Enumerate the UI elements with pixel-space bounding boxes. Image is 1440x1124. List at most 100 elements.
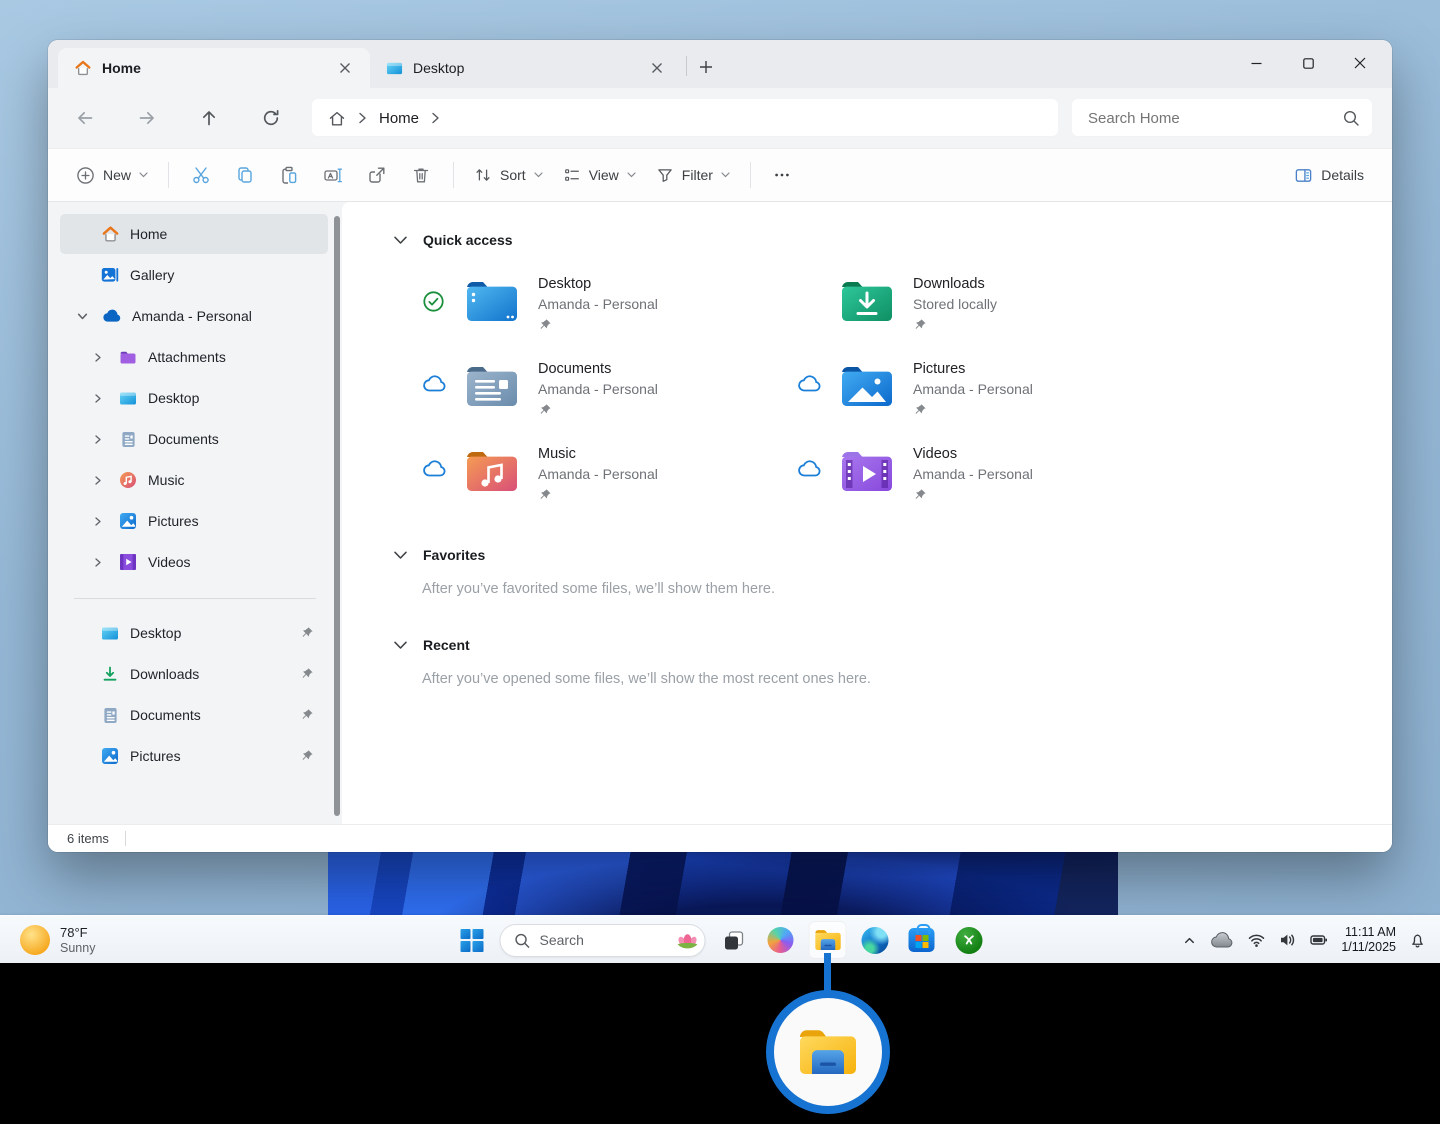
- breadcrumb-segment[interactable]: Home: [379, 110, 419, 127]
- share-button[interactable]: [355, 156, 399, 194]
- sort-icon: [474, 166, 492, 184]
- item-title: Desktop: [538, 274, 658, 294]
- quick-access-item-documents[interactable]: Documents Amanda - Personal: [422, 359, 797, 422]
- quick-access-item-desktop[interactable]: Desktop Amanda - Personal: [422, 274, 797, 337]
- recent-header[interactable]: Recent: [394, 637, 1352, 653]
- sidebar-label: Pictures: [148, 513, 199, 529]
- tab-desktop[interactable]: Desktop: [370, 48, 682, 88]
- paste-button[interactable]: [267, 156, 311, 194]
- chevron-right-icon[interactable]: [88, 516, 108, 527]
- up-button[interactable]: [188, 99, 230, 137]
- chevron-right-icon[interactable]: [88, 434, 108, 445]
- sidebar-item-onedrive[interactable]: Amanda - Personal: [60, 296, 328, 336]
- item-subtitle: Amanda - Personal: [538, 464, 658, 485]
- desktop-folder-icon: [464, 276, 520, 322]
- store-button[interactable]: [903, 921, 941, 959]
- edge-button[interactable]: [856, 921, 894, 959]
- sidebar-item-music[interactable]: Music: [60, 460, 328, 500]
- sync-complete-icon: [422, 290, 448, 313]
- sidebar-item-documents[interactable]: Documents: [60, 419, 328, 459]
- search-icon[interactable]: [1342, 109, 1360, 127]
- sidebar-item-videos[interactable]: Videos: [60, 542, 328, 582]
- copy-button[interactable]: [223, 156, 267, 194]
- weather-condition: Sunny: [60, 941, 95, 956]
- chevron-down-icon: [139, 172, 148, 178]
- chevron-right-icon[interactable]: [88, 352, 108, 363]
- videos-icon: [118, 553, 138, 571]
- sidebar-item-home[interactable]: Home: [60, 214, 328, 254]
- weather-widget[interactable]: 78°F Sunny: [12, 916, 103, 964]
- search-box[interactable]: [1072, 99, 1372, 137]
- sidebar-item-pictures[interactable]: Pictures: [60, 501, 328, 541]
- favorites-header[interactable]: Favorites: [394, 547, 1352, 563]
- pin-icon: [538, 488, 552, 502]
- cloud-status-icon: [797, 375, 823, 393]
- file-explorer-callout: [766, 990, 890, 1114]
- onedrive-tray-icon[interactable]: [1210, 932, 1234, 948]
- recent-section: Recent After you’ve opened some files, w…: [394, 637, 1352, 687]
- back-button[interactable]: [64, 99, 106, 137]
- volume-icon[interactable]: [1279, 932, 1297, 948]
- notification-bell-icon[interactable]: [1409, 931, 1426, 949]
- sidebar-label: Downloads: [130, 666, 199, 682]
- filter-label: Filter: [682, 167, 713, 183]
- chevron-right-icon[interactable]: [88, 393, 108, 404]
- sort-button[interactable]: Sort: [464, 156, 553, 194]
- breadcrumb[interactable]: Home: [312, 99, 1058, 137]
- breadcrumb-chevron-icon[interactable]: [431, 112, 440, 124]
- sidebar-item-downloads-pinned[interactable]: Downloads: [60, 654, 328, 694]
- forward-button[interactable]: [126, 99, 168, 137]
- task-view-button[interactable]: [715, 921, 753, 959]
- close-button[interactable]: [1334, 40, 1386, 86]
- sidebar-item-gallery[interactable]: Gallery: [60, 255, 328, 295]
- taskbar-clock[interactable]: 11:11 AM 1/11/2025: [1341, 925, 1396, 955]
- favorites-empty-text: After you’ve favorited some files, we’ll…: [422, 581, 1352, 597]
- taskbar: 78°F Sunny Search: [0, 915, 1440, 963]
- quick-access-item-videos[interactable]: Videos Amanda - Personal: [797, 444, 1172, 507]
- refresh-button[interactable]: [250, 99, 292, 137]
- view-button[interactable]: View: [553, 156, 646, 194]
- hidden-icons-chevron-icon[interactable]: [1182, 933, 1197, 948]
- breadcrumb-home-icon[interactable]: [328, 110, 346, 127]
- sidebar-scrollbar[interactable]: [334, 216, 340, 816]
- search-input[interactable]: [1088, 110, 1342, 127]
- filter-button[interactable]: Filter: [646, 156, 740, 194]
- quick-access-item-downloads[interactable]: Downloads Stored locally: [797, 274, 1172, 337]
- sidebar-item-desktop[interactable]: Desktop: [60, 378, 328, 418]
- sidebar-item-documents-pinned[interactable]: Documents: [60, 695, 328, 735]
- tab-close-icon[interactable]: [644, 55, 670, 81]
- filter-icon: [656, 166, 674, 184]
- xbox-button[interactable]: [950, 921, 988, 959]
- cut-button[interactable]: [179, 156, 223, 194]
- new-button[interactable]: New: [66, 156, 158, 194]
- navigation-pane: Home Gallery Amanda - Personal At: [48, 202, 342, 824]
- chevron-down-icon[interactable]: [72, 311, 92, 322]
- maximize-button[interactable]: [1282, 40, 1334, 86]
- quick-access-item-pictures[interactable]: Pictures Amanda - Personal: [797, 359, 1172, 422]
- more-options-button[interactable]: [761, 156, 803, 194]
- sun-icon: [20, 925, 50, 955]
- sidebar-item-attachments[interactable]: Attachments: [60, 337, 328, 377]
- quick-access-header[interactable]: Quick access: [394, 232, 1352, 248]
- store-icon: [909, 928, 935, 952]
- details-button[interactable]: Details: [1284, 156, 1374, 194]
- chevron-right-icon[interactable]: [88, 557, 108, 568]
- start-button[interactable]: [453, 921, 491, 959]
- sidebar-item-pictures-pinned[interactable]: Pictures: [60, 736, 328, 776]
- delete-button[interactable]: [399, 156, 443, 194]
- rename-button[interactable]: [311, 156, 355, 194]
- chevron-down-icon: [534, 172, 543, 178]
- wifi-icon[interactable]: [1247, 932, 1266, 948]
- sidebar-item-desktop-pinned[interactable]: Desktop: [60, 613, 328, 653]
- chevron-right-icon[interactable]: [88, 475, 108, 486]
- taskbar-search[interactable]: Search: [500, 924, 706, 957]
- quick-access-item-music[interactable]: Music Amanda - Personal: [422, 444, 797, 507]
- pictures-folder-icon: [839, 361, 895, 407]
- battery-icon[interactable]: [1310, 932, 1328, 948]
- copilot-button[interactable]: [762, 921, 800, 959]
- new-tab-button[interactable]: [691, 52, 721, 82]
- item-count: 6 items: [67, 831, 109, 846]
- minimize-button[interactable]: [1230, 40, 1282, 86]
- tab-close-icon[interactable]: [332, 55, 358, 81]
- tab-home[interactable]: Home: [58, 48, 370, 88]
